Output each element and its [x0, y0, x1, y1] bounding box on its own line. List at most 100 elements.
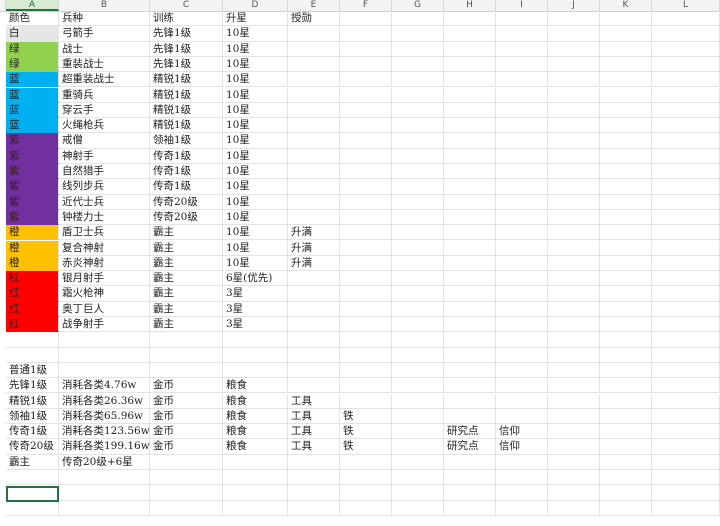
cell-h28[interactable]: 研究点: [444, 424, 496, 440]
cell-e5[interactable]: [288, 72, 340, 88]
cell-i25[interactable]: [496, 378, 548, 394]
cell-b15[interactable]: 盾卫士兵: [59, 225, 150, 241]
cell-i13[interactable]: [496, 194, 548, 210]
cell-d21[interactable]: 3星: [223, 317, 288, 333]
cell-f3[interactable]: [340, 41, 392, 57]
cell-c17[interactable]: 霸主: [150, 255, 223, 272]
cell-f32[interactable]: [340, 485, 392, 501]
cell-f21[interactable]: [340, 317, 392, 333]
cell-g2[interactable]: [392, 26, 444, 42]
cell-k26[interactable]: [600, 393, 652, 409]
cell-d14[interactable]: 10星: [223, 209, 288, 226]
cell-k7[interactable]: [600, 102, 652, 119]
cell-e3[interactable]: [288, 41, 340, 57]
cell-a7[interactable]: 蓝: [6, 102, 59, 119]
cell-c1[interactable]: 训练: [150, 11, 223, 27]
cell-j8[interactable]: [548, 118, 600, 134]
cell-j11[interactable]: [548, 164, 600, 180]
cell-b17[interactable]: 赤炎神射: [59, 255, 150, 272]
cell-k18[interactable]: [600, 271, 652, 287]
column-header-l[interactable]: L: [652, 0, 720, 11]
cell-f25[interactable]: [340, 378, 392, 394]
cell-i1[interactable]: [496, 11, 548, 27]
cell-e9[interactable]: [288, 133, 340, 149]
cell-j20[interactable]: [548, 301, 600, 317]
cell-k1[interactable]: [600, 11, 652, 27]
cell-g11[interactable]: [392, 164, 444, 180]
cell-f8[interactable]: [340, 118, 392, 134]
cell-g23[interactable]: [392, 347, 444, 363]
cell-k9[interactable]: [600, 133, 652, 149]
cell-a28[interactable]: 传奇1级: [6, 424, 59, 440]
cell-i31[interactable]: [496, 470, 548, 486]
cell-k3[interactable]: [600, 41, 652, 57]
cell-b11[interactable]: 自然猎手: [59, 164, 150, 180]
cell-i15[interactable]: [496, 225, 548, 241]
cell-e29[interactable]: 工具: [288, 439, 340, 455]
cell-j4[interactable]: [548, 56, 600, 73]
cell-c29[interactable]: 金币: [150, 439, 223, 455]
cell-k21[interactable]: [600, 317, 652, 333]
cell-g15[interactable]: [392, 225, 444, 241]
cell-e18[interactable]: [288, 271, 340, 287]
cell-k8[interactable]: [600, 118, 652, 134]
cell-l17[interactable]: [652, 255, 720, 272]
cell-k32[interactable]: [600, 485, 652, 501]
cell-c2[interactable]: 先锋1级: [150, 26, 223, 42]
cell-i6[interactable]: [496, 87, 548, 103]
cell-f14[interactable]: [340, 209, 392, 226]
cell-d27[interactable]: 粮食: [223, 408, 288, 425]
cell-b10[interactable]: 神射手: [59, 148, 150, 164]
cell-a22[interactable]: [6, 332, 59, 348]
cell-h29[interactable]: 研究点: [444, 439, 496, 455]
cell-d26[interactable]: 粮食: [223, 393, 288, 409]
cell-e19[interactable]: [288, 286, 340, 302]
cell-f27[interactable]: 铁: [340, 408, 392, 425]
cell-c31[interactable]: [150, 470, 223, 486]
cell-l10[interactable]: [652, 148, 720, 164]
cell-f16[interactable]: [340, 240, 392, 256]
cell-a2[interactable]: 白: [6, 26, 59, 42]
cell-c3[interactable]: 先锋1级: [150, 41, 223, 57]
cell-g14[interactable]: [392, 209, 444, 226]
cell-e10[interactable]: [288, 148, 340, 164]
cell-c26[interactable]: 金币: [150, 393, 223, 409]
cell-c19[interactable]: 霸主: [150, 286, 223, 302]
cell-k20[interactable]: [600, 301, 652, 317]
cell-b3[interactable]: 战士: [59, 41, 150, 57]
cell-e21[interactable]: [288, 317, 340, 333]
cell-h22[interactable]: [444, 332, 496, 348]
cell-d17[interactable]: 10星: [223, 255, 288, 272]
cell-j30[interactable]: [548, 454, 600, 470]
cell-l16[interactable]: [652, 240, 720, 256]
cell-f4[interactable]: [340, 56, 392, 73]
cell-f10[interactable]: [340, 148, 392, 164]
cell-g22[interactable]: [392, 332, 444, 348]
cell-g5[interactable]: [392, 72, 444, 88]
cell-c18[interactable]: 霸主: [150, 271, 223, 287]
cell-j5[interactable]: [548, 72, 600, 88]
cell-f9[interactable]: [340, 133, 392, 149]
cell-l5[interactable]: [652, 72, 720, 88]
cell-i30[interactable]: [496, 454, 548, 470]
cell-j25[interactable]: [548, 378, 600, 394]
cell-l28[interactable]: [652, 424, 720, 440]
cell-h10[interactable]: [444, 148, 496, 164]
cell-d5[interactable]: 10星: [223, 72, 288, 88]
cell-b20[interactable]: 奥丁巨人: [59, 301, 150, 317]
cell-e15[interactable]: 升满: [288, 225, 340, 241]
cell-l18[interactable]: [652, 271, 720, 287]
cell-g6[interactable]: [392, 87, 444, 103]
cell-h33[interactable]: [444, 500, 496, 516]
cell-j12[interactable]: [548, 179, 600, 195]
cell-c33[interactable]: [150, 500, 223, 516]
active-cell-selection[interactable]: [6, 486, 59, 502]
cell-i28[interactable]: 信仰: [496, 424, 548, 440]
cell-b24[interactable]: [59, 362, 150, 379]
cell-f29[interactable]: 铁: [340, 439, 392, 455]
cell-a5[interactable]: 蓝: [6, 72, 59, 88]
cell-f13[interactable]: [340, 194, 392, 210]
cell-g13[interactable]: [392, 194, 444, 210]
cell-b22[interactable]: [59, 332, 150, 348]
cell-h13[interactable]: [444, 194, 496, 210]
